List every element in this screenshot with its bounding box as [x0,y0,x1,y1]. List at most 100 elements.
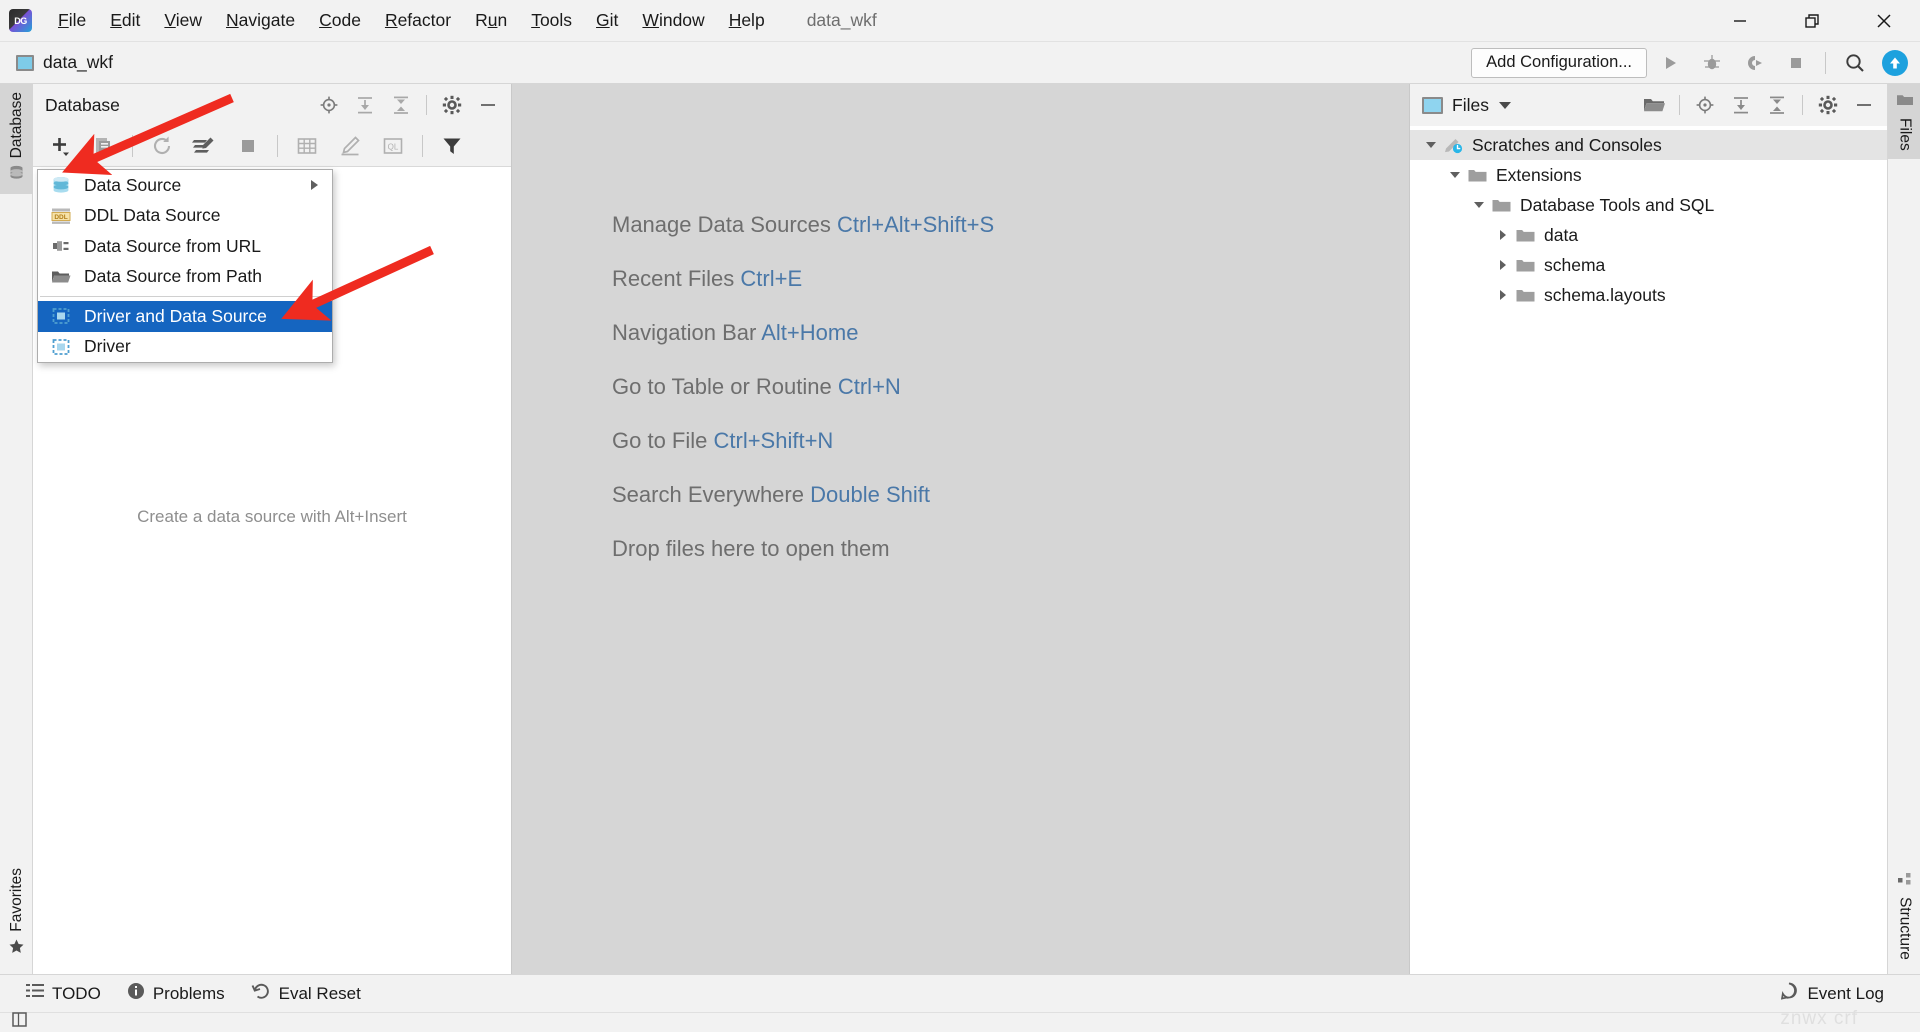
menu-code[interactable]: Code [307,6,373,35]
show-tool-windows-icon[interactable] [10,1010,30,1032]
chevron-right-icon[interactable] [1492,284,1514,306]
window-controls [1704,0,1920,42]
chevron-down-icon[interactable] [1420,134,1442,156]
files-panel-icon [1422,96,1443,114]
filter-icon[interactable] [431,129,473,163]
chevron-down-icon[interactable] [1498,101,1511,109]
gear-icon[interactable] [435,89,469,121]
sidebar-item-favorites[interactable]: Favorites [0,860,33,968]
menu-item-ddl-data-source[interactable]: DDL DDL Data Source [38,201,332,232]
tree-node-extensions[interactable]: Extensions [1410,160,1887,190]
shortcut-row: Go to File Ctrl+Shift+N [612,428,994,454]
chevron-down-icon[interactable] [1468,194,1490,216]
open-folder-icon[interactable] [1637,89,1671,121]
menu-view[interactable]: View [152,6,214,35]
update-project-button[interactable] [1882,49,1908,76]
collapse-all-icon[interactable] [384,89,418,121]
status-item-eval-reset[interactable]: Eval Reset [251,982,361,1005]
menu-tools[interactable]: Tools [519,6,584,35]
files-panel-header-actions [1637,89,1881,121]
stop-icon[interactable] [227,129,269,163]
breadcrumb[interactable]: data_wkf [16,52,113,73]
sidebar-item-favorites-label: Favorites [7,868,25,932]
scratches-icon [1442,135,1464,155]
hide-panel-icon[interactable] [1847,89,1881,121]
menu-help[interactable]: Help [717,6,777,35]
ddl-icon: DDL [50,206,72,226]
database-empty-hint: Create a data source with Alt+Insert [137,507,407,526]
duplicate-icon[interactable] [82,129,124,163]
tree-node-label: Scratches and Consoles [1472,134,1662,155]
status-item-todo[interactable]: TODO [26,983,101,1004]
submenu-arrow-icon [311,180,318,191]
tree-node-schema[interactable]: schema [1410,250,1887,280]
locate-icon[interactable] [1688,89,1722,121]
refresh-icon[interactable] [141,129,183,163]
menu-item-data-source[interactable]: Data Source [38,170,332,201]
breadcrumb-label: data_wkf [43,52,114,72]
menu-item-label: Driver [84,336,131,357]
tree-node-database-tools-and-sql[interactable]: Database Tools and SQL [1410,190,1887,220]
database-panel-header-actions [312,89,505,121]
restore-button[interactable] [1776,0,1848,42]
toolbar-divider [1825,51,1826,74]
query-console-icon[interactable]: QL [372,129,414,163]
tree-node-label: Database Tools and SQL [1520,194,1715,215]
status-item-event-log[interactable]: Event Log [1779,981,1884,1006]
chevron-down-icon[interactable] [1444,164,1466,186]
close-button[interactable] [1848,0,1920,42]
status-item-problems[interactable]: Problems [127,982,225,1005]
stop-button[interactable] [1777,46,1815,80]
menu-run[interactable]: Run [463,6,519,35]
table-icon[interactable] [286,129,328,163]
run-sql-script-icon[interactable] [184,129,226,163]
debug-button[interactable] [1693,46,1731,80]
minimize-button[interactable] [1704,0,1776,42]
shortcut-row: Go to Table or Routine Ctrl+N [612,374,994,400]
editor-empty-area: Manage Data Sources Ctrl+Alt+Shift+S Rece… [512,84,1409,974]
files-tree: Scratches and Consoles Extensions Database… [1410,126,1887,310]
gear-icon[interactable] [1811,89,1845,121]
menu-edit[interactable]: Edit [98,6,152,35]
shortcut-row: Navigation Bar Alt+Home [612,320,994,346]
search-everywhere-button[interactable] [1836,46,1874,80]
menu-file[interactable]: File [46,6,98,35]
files-panel-header: Files [1410,84,1887,126]
folder-icon [1466,165,1488,185]
sidebar-item-structure[interactable]: Structure [1888,864,1920,968]
run-button[interactable] [1651,46,1689,80]
sidebar-item-structure-label: Structure [1896,897,1914,960]
event-log-icon [1779,981,1799,1006]
add-configuration-button[interactable]: Add Configuration... [1471,47,1647,78]
tree-node-data[interactable]: data [1410,220,1887,250]
run-with-coverage-button[interactable] [1735,46,1773,80]
chevron-right-icon[interactable] [1492,224,1514,246]
chevron-right-icon[interactable] [1492,254,1514,276]
tree-node-scratches-and-consoles[interactable]: Scratches and Consoles [1410,130,1887,160]
menu-navigate[interactable]: Navigate [214,6,307,35]
menu-refactor[interactable]: Refactor [373,6,463,35]
tree-node-schema-layouts[interactable]: schema.layouts [1410,280,1887,310]
menu-item-driver-and-data-source[interactable]: Driver and Data Source [38,301,332,332]
header-divider [1679,95,1680,115]
expand-all-icon[interactable] [1724,89,1758,121]
hide-panel-icon[interactable] [471,89,505,121]
expand-all-icon[interactable] [348,89,382,121]
collapse-all-icon[interactable] [1760,89,1794,121]
menu-item-data-source-from-path[interactable]: Data Source from Path [38,262,332,293]
locate-icon[interactable] [312,89,346,121]
menu-item-label: DDL Data Source [84,205,221,226]
modify-icon[interactable] [329,129,371,163]
menu-item-label: Driver and Data Source [84,305,267,326]
files-tool-window: Files Scratches and Consoles Extensions … [1409,84,1887,974]
structure-icon [1897,872,1913,891]
add-icon[interactable] [39,129,81,163]
toolbar-divider [132,135,133,157]
menu-item-data-source-from-url[interactable]: Data Source from URL [38,231,332,262]
menu-item-driver[interactable]: Driver [38,332,332,363]
title-bar: DG File Edit View Navigate Code Refactor Run To… [0,0,1920,42]
sidebar-item-files[interactable]: Files [1888,84,1920,159]
sidebar-item-database[interactable]: Database [0,84,33,195]
menu-window[interactable]: Window [630,6,716,35]
menu-git[interactable]: Git [584,6,630,35]
